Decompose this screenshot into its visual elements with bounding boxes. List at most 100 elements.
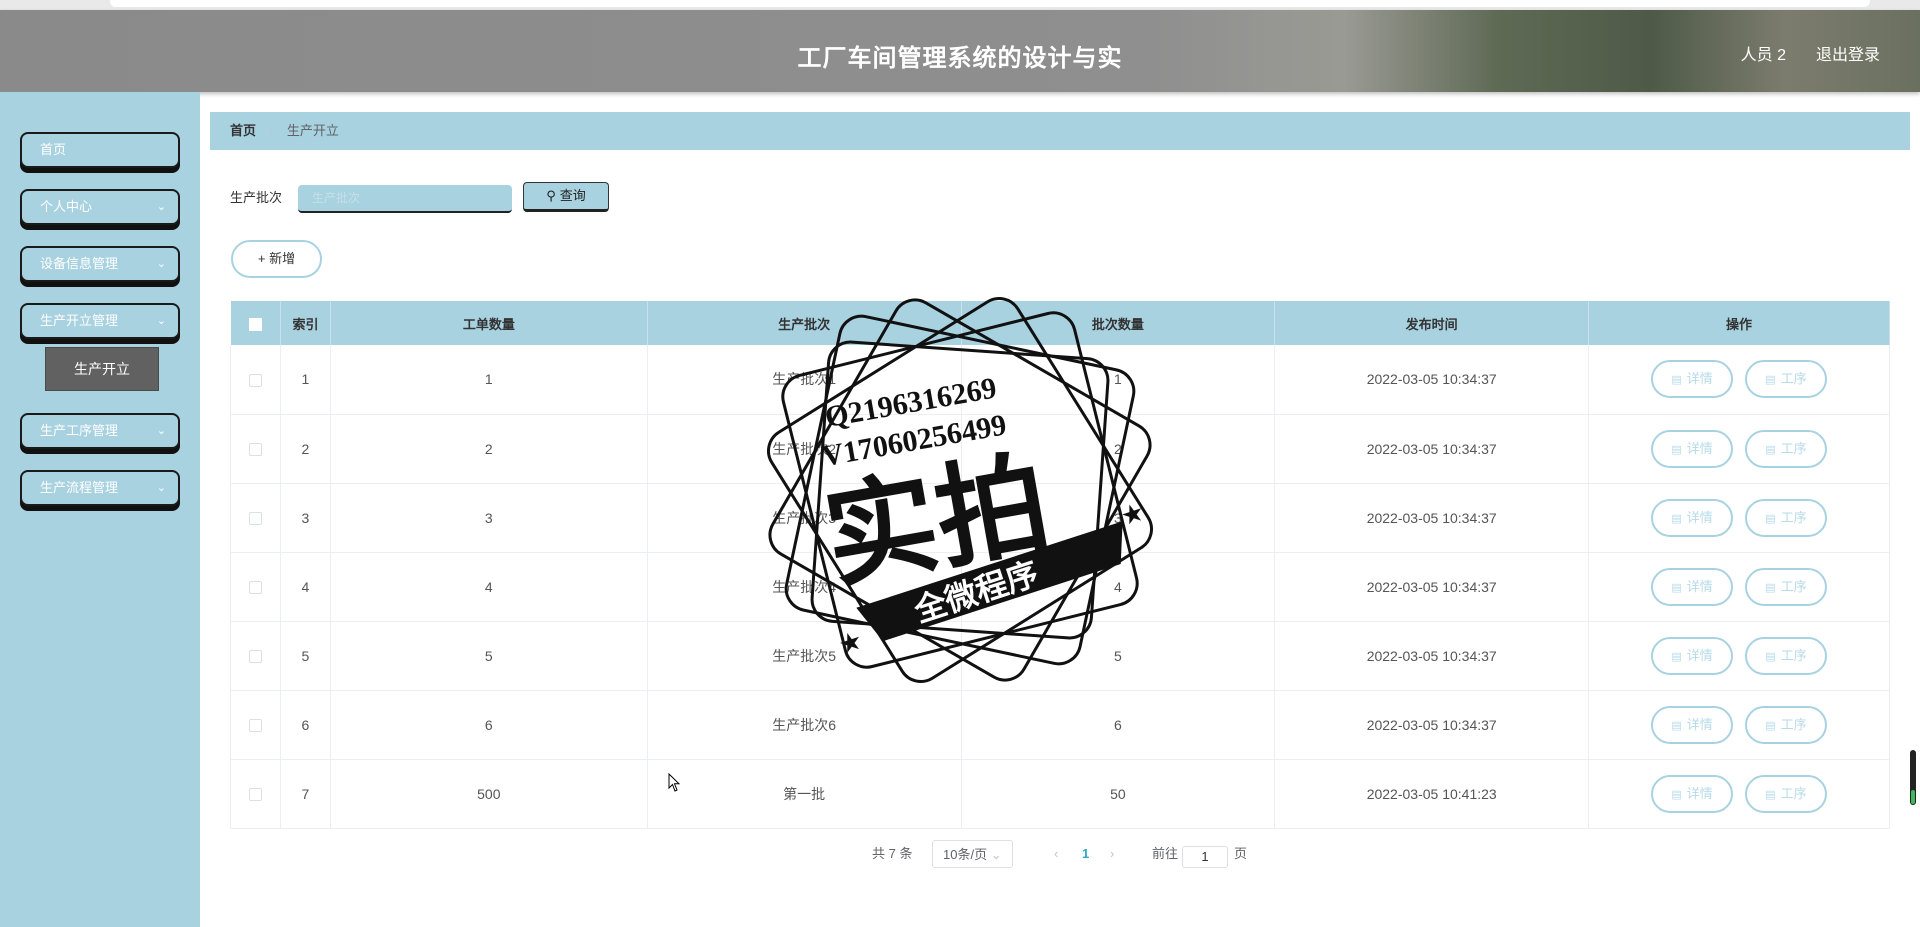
process-button[interactable]: ▤ 工序 [1744,360,1827,399]
cell-batch: 生产批次6 [647,690,962,760]
cell-qty: 5 [330,621,648,691]
sidebar-item-label: 生产开立管理 [40,313,119,328]
row-checkbox[interactable] [230,759,281,829]
detail-button[interactable]: ▤ 详情 [1651,705,1734,744]
sidebar-item-process[interactable]: 生产工序管理 ⌄ [20,413,180,449]
cell-batch: 生产批次2 [647,414,962,484]
column-header-qty: 工单数量 [330,301,648,345]
cell-index: 3 [280,483,331,553]
prev-page-button[interactable]: ‹ [1054,840,1058,868]
cell-qty: 3 [330,483,648,553]
document-icon: ▤ [1765,374,1776,387]
cell-qty: 1 [330,345,648,415]
document-icon: ▤ [1765,650,1776,663]
cell-index: 5 [280,621,331,691]
select-all-checkbox[interactable] [230,301,281,345]
search-icon: ⚲ [546,188,556,203]
sidebar: 首页 个人中心 ⌄ 设备信息管理 ⌄ 生产开立管理 ⌄ 生产开立 生产工序管理 … [0,92,200,927]
process-button[interactable]: ▤ 工序 [1744,429,1827,468]
cell-time: 2022-03-05 10:34:37 [1274,414,1590,484]
cell-time: 2022-03-05 10:34:37 [1274,483,1590,553]
add-button-label: 新增 [269,251,296,266]
detail-button[interactable]: ▤ 详情 [1651,567,1734,606]
cell-index: 2 [280,414,331,484]
cell-qty: 2 [330,414,648,484]
sidebar-item-label: 生产工序管理 [40,423,119,438]
goto-label: 前往 [1152,846,1179,861]
process-button[interactable]: ▤ 工序 [1744,498,1827,537]
detail-button[interactable]: ▤ 详情 [1651,429,1734,468]
breadcrumb-home[interactable]: 首页 [230,123,256,138]
sidebar-item-label: 设备信息管理 [40,256,119,271]
app-header: 工厂车间管理系统的设计与实 人员 2 退出登录 [0,10,1920,92]
cell-time: 2022-03-05 10:34:37 [1274,621,1590,691]
process-button[interactable]: ▤ 工序 [1744,705,1827,744]
cell-batch-qty: 2 [961,414,1276,484]
detail-button[interactable]: ▤ 详情 [1651,360,1734,399]
column-header-batch-qty: 批次数量 [961,301,1276,345]
sidebar-item-equipment[interactable]: 设备信息管理 ⌄ [20,246,180,282]
sidebar-item-label: 个人中心 [40,199,93,214]
cell-batch-qty: 5 [961,621,1276,691]
page-number[interactable]: 1 [1082,840,1089,868]
pagination-total: 共 7 条 [872,846,913,861]
table-header-row: 索引 工单数量 生产批次 批次数量 发布时间 操作 [230,301,1890,345]
cell-actions: ▤ 详情 ▤ 工序 [1588,690,1890,760]
document-icon: ▤ [1765,512,1776,525]
sidebar-item-label: 首页 [40,142,67,157]
cell-time: 2022-03-05 10:34:37 [1274,690,1590,760]
sidebar-item-label: 生产流程管理 [40,480,119,495]
cell-batch: 生产批次4 [647,552,962,622]
page-size-select[interactable]: 10条/页 ⌄ [932,840,1013,868]
browser-top-strip [0,0,1920,10]
row-checkbox[interactable] [230,483,281,553]
sidebar-item-home[interactable]: 首页 [20,132,180,168]
search-button-label: 查询 [559,188,586,203]
document-icon: ▤ [1671,650,1682,663]
row-checkbox[interactable] [230,621,281,691]
row-checkbox[interactable] [230,345,281,415]
search-input[interactable] [298,185,512,213]
sidebar-item-profile[interactable]: 个人中心 ⌄ [20,189,180,225]
column-header-actions: 操作 [1588,301,1890,345]
detail-button[interactable]: ▤ 详情 [1651,498,1734,537]
goto-page-input[interactable] [1182,845,1228,868]
cell-index: 4 [280,552,331,622]
cell-batch: 生产批次5 [647,621,962,691]
cell-batch-qty: 6 [961,690,1276,760]
chevron-down-icon: ⌄ [156,258,166,270]
add-button[interactable]: + 新增 [231,240,322,278]
cell-qty: 6 [330,690,648,760]
row-checkbox[interactable] [230,414,281,484]
cell-actions: ▤ 详情 ▤ 工序 [1588,759,1890,829]
cell-batch-qty: 50 [961,759,1276,829]
process-button[interactable]: ▤ 工序 [1744,636,1827,675]
cell-qty: 500 [330,759,648,829]
cell-time: 2022-03-05 10:41:23 [1274,759,1590,829]
detail-button[interactable]: ▤ 详情 [1651,774,1734,813]
cell-actions: ▤ 详情 ▤ 工序 [1588,345,1890,415]
table-row: 5 5 生产批次5 5 2022-03-05 10:34:37 ▤ 详情 ▤ 工序 [230,621,1890,691]
sidebar-item-flow[interactable]: 生产流程管理 ⌄ [20,470,180,506]
process-button[interactable]: ▤ 工序 [1744,567,1827,606]
search-button[interactable]: ⚲ 查询 [523,182,609,212]
process-button[interactable]: ▤ 工序 [1744,774,1827,813]
cell-qty: 4 [330,552,648,622]
data-table: 索引 工单数量 生产批次 批次数量 发布时间 操作 1 1 生产批次1 1 20… [230,301,1890,829]
document-icon: ▤ [1765,788,1776,801]
detail-button[interactable]: ▤ 详情 [1651,636,1734,675]
row-checkbox[interactable] [230,690,281,760]
cell-index: 7 [280,759,331,829]
chevron-down-icon: ⌄ [156,201,166,213]
sidebar-item-production-open[interactable]: 生产开立管理 ⌄ [20,303,180,339]
logout-link[interactable]: 退出登录 [1816,41,1880,65]
cell-batch-qty: 1 [961,345,1276,415]
sidebar-subitem-production-open[interactable]: 生产开立 [45,347,159,391]
cell-actions: ▤ 详情 ▤ 工序 [1588,483,1890,553]
row-checkbox[interactable] [230,552,281,622]
next-page-button[interactable]: › [1110,840,1114,868]
app-title: 工厂车间管理系统的设计与实 [797,45,1123,72]
chevron-down-icon: ⌄ [156,482,166,494]
chevron-down-icon: ⌄ [156,425,166,437]
table-row: 3 3 生产批次3 3 2022-03-05 10:34:37 ▤ 详情 ▤ 工序 [230,483,1890,553]
